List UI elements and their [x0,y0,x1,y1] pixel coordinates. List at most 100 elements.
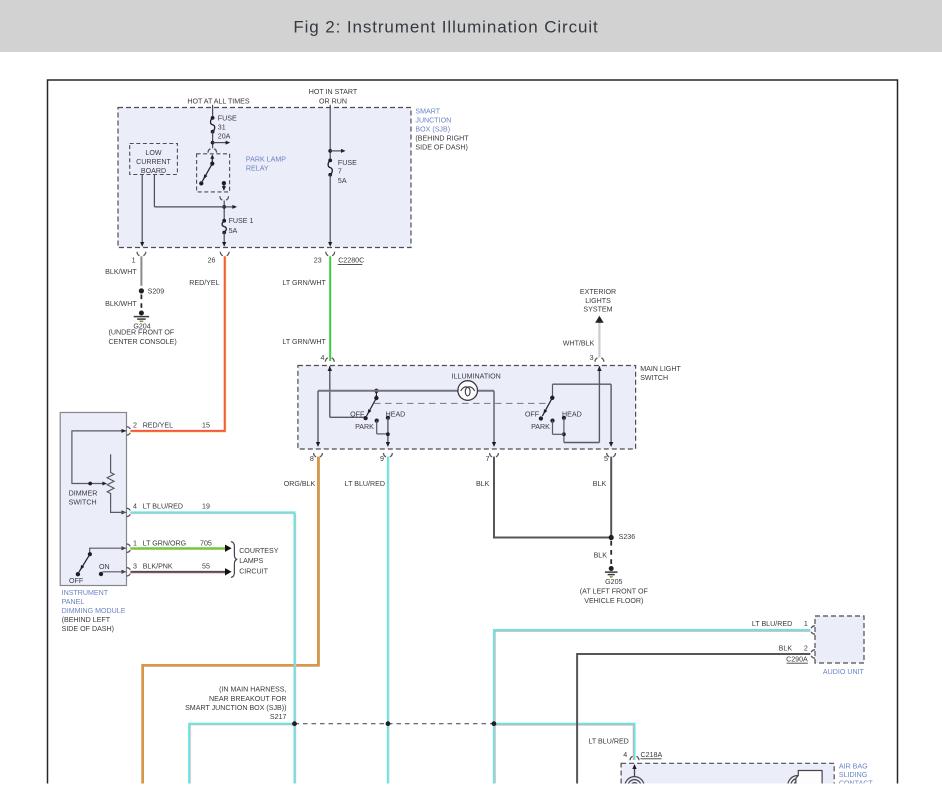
svg-text:2: 2 [133,422,137,430]
svg-text:1: 1 [132,256,136,264]
svg-text:4: 4 [623,751,627,759]
svg-text:705: 705 [200,539,212,547]
svg-text:COURTESY: COURTESY [239,547,279,555]
svg-text:(IN MAIN HARNESS,: (IN MAIN HARNESS, [219,686,286,694]
svg-text:S217: S217 [270,713,287,721]
svg-text:15: 15 [202,422,210,430]
svg-text:LAMPS: LAMPS [239,557,263,565]
svg-text:2: 2 [804,644,808,652]
svg-text:5: 5 [604,455,608,463]
svg-text:PANEL: PANEL [62,598,85,606]
svg-text:C2280C: C2280C [338,256,364,264]
svg-text:(UNDER FRONT OF: (UNDER FRONT OF [109,329,175,337]
svg-text:DIMMER: DIMMER [69,490,98,498]
svg-text:S209: S209 [148,288,165,296]
svg-text:LIGHTS: LIGHTS [585,297,611,305]
svg-text:BLK: BLK [476,480,490,488]
svg-text:FUSE: FUSE [338,159,357,167]
svg-text:ON: ON [99,563,110,571]
svg-text:DIMMING MODULE: DIMMING MODULE [62,607,126,615]
svg-text:55: 55 [202,563,210,571]
svg-text:8: 8 [310,455,314,463]
svg-text:1: 1 [804,620,808,628]
svg-text:HOT AT ALL TIMES: HOT AT ALL TIMES [187,97,250,105]
svg-text:4: 4 [320,354,324,362]
svg-text:SMART: SMART [415,107,440,115]
svg-text:RED/YEL: RED/YEL [143,422,173,430]
svg-text:26: 26 [208,256,216,264]
svg-text:HEAD: HEAD [562,410,582,418]
svg-text:OFF: OFF [69,577,84,585]
svg-text:HOT IN START: HOT IN START [309,88,358,96]
svg-text:SMART JUNCTION BOX (SJB)): SMART JUNCTION BOX (SJB)) [185,704,286,712]
svg-text:LT GRN/WHT: LT GRN/WHT [282,279,326,287]
svg-text:FUSE: FUSE [218,114,237,122]
svg-text:9: 9 [380,455,384,463]
svg-text:ILLUMINATION: ILLUMINATION [452,372,501,380]
svg-text:OR RUN: OR RUN [319,97,347,105]
svg-text:BLK: BLK [593,480,607,488]
svg-text:JUNCTION: JUNCTION [415,116,451,124]
svg-text:4: 4 [133,503,137,511]
svg-text:SYSTEM: SYSTEM [583,306,612,314]
svg-text:EXTERIOR: EXTERIOR [580,288,616,296]
svg-text:20A: 20A [218,133,231,141]
svg-text:LOW: LOW [145,149,161,157]
svg-text:AUDIO UNIT: AUDIO UNIT [823,668,865,676]
svg-text:ORG/BLK: ORG/BLK [284,480,316,488]
svg-text:RELAY: RELAY [246,165,269,173]
svg-text:CURRENT: CURRENT [136,158,171,166]
svg-text:7: 7 [486,455,490,463]
svg-text:SWITCH: SWITCH [69,498,97,506]
svg-text:LT GRN/ORG: LT GRN/ORG [143,539,187,547]
svg-text:FUSE 1: FUSE 1 [229,217,254,225]
svg-text:BLK/WHT: BLK/WHT [105,300,137,308]
svg-text:BLK/WHT: BLK/WHT [105,268,137,276]
svg-text:C218A: C218A [641,751,663,759]
svg-text:VEHICLE FLOOR): VEHICLE FLOOR) [584,597,643,605]
svg-text:5A: 5A [338,177,347,185]
svg-text:AIR BAG: AIR BAG [839,762,868,770]
svg-text:LT BLU/RED: LT BLU/RED [588,738,628,746]
svg-text:23: 23 [314,256,322,264]
svg-text:S236: S236 [619,533,636,541]
svg-text:BOARD: BOARD [141,167,166,175]
svg-text:BLK: BLK [594,552,608,560]
svg-text:3: 3 [133,563,137,571]
svg-text:31: 31 [218,124,226,132]
svg-text:1: 1 [133,539,137,547]
svg-text:LT BLU/RED: LT BLU/RED [143,503,183,511]
svg-text:LT BLU/RED: LT BLU/RED [345,480,385,488]
svg-text:LT GRN/WHT: LT GRN/WHT [282,338,326,346]
svg-text:CENTER CONSOLE): CENTER CONSOLE) [109,338,177,346]
svg-text:MAIN LIGHT: MAIN LIGHT [640,365,681,373]
svg-text:OFF: OFF [350,410,365,418]
svg-text:SIDE OF DASH): SIDE OF DASH) [62,625,114,633]
svg-text:BOX (SJB): BOX (SJB) [415,125,450,133]
svg-text:(BEHIND LEFT: (BEHIND LEFT [62,616,111,624]
svg-text:PARK LAMP: PARK LAMP [246,156,286,164]
svg-text:OFF: OFF [525,410,540,418]
svg-text:BLK: BLK [779,644,793,652]
svg-text:PARK: PARK [531,423,550,431]
svg-text:PARK: PARK [355,423,374,431]
svg-text:3: 3 [590,354,594,362]
svg-text:Fig 2: Instrument Illumination: Fig 2: Instrument Illumination Circuit [293,18,598,37]
svg-text:7: 7 [338,168,342,176]
svg-text:G205: G205 [605,578,622,586]
svg-text:HEAD: HEAD [386,410,406,418]
svg-text:C290A: C290A [786,655,808,663]
svg-text:BLK/PNK: BLK/PNK [143,563,173,571]
svg-text:RED/YEL: RED/YEL [189,279,219,287]
svg-text:NEAR BREAKOUT FOR: NEAR BREAKOUT FOR [209,695,287,703]
svg-text:INSTRUMENT: INSTRUMENT [62,589,109,597]
svg-text:SLIDING: SLIDING [839,771,867,779]
svg-text:CIRCUIT: CIRCUIT [239,567,268,575]
svg-text:19: 19 [202,503,210,511]
svg-text:(BEHIND RIGHT: (BEHIND RIGHT [415,134,469,142]
svg-text:SIDE OF DASH): SIDE OF DASH) [415,143,467,151]
svg-text:WHT/BLK: WHT/BLK [563,340,595,348]
svg-text:(AT LEFT FRONT OF: (AT LEFT FRONT OF [580,588,649,596]
svg-text:SWITCH: SWITCH [640,374,668,382]
svg-text:LT BLU/RED: LT BLU/RED [752,620,792,628]
